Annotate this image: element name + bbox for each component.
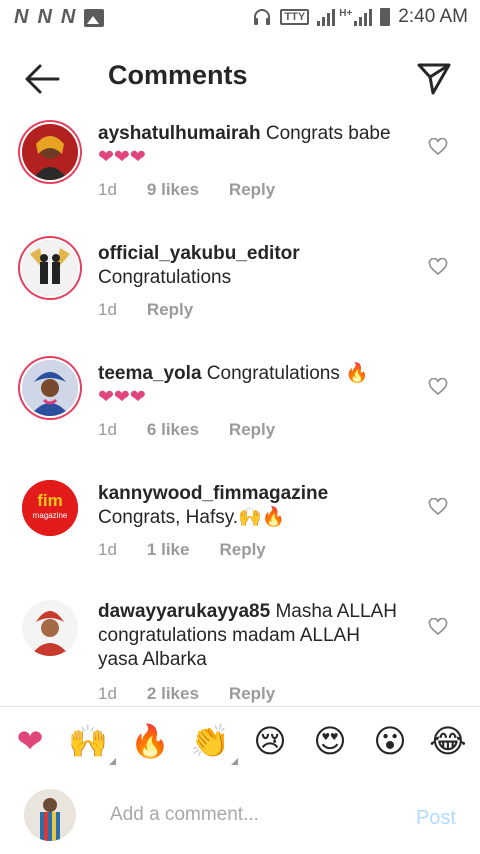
header: Comments xyxy=(0,44,480,114)
notification-n-icon: N xyxy=(37,6,51,28)
emoji-raised-hands-button[interactable]: 🙌 xyxy=(68,721,116,765)
emoji-surprised-button[interactable]: 😮 xyxy=(370,721,410,761)
clock: 2:40 AM xyxy=(398,6,468,27)
avatar[interactable] xyxy=(22,124,78,180)
comment-text: kannywood_fimmagazine Congrats, Hafsy.🙌🔥 xyxy=(98,482,398,530)
comment-time: 1d xyxy=(98,180,117,199)
avatar[interactable] xyxy=(22,240,78,296)
send-icon xyxy=(417,63,451,95)
comment-username[interactable]: teema_yola xyxy=(98,363,202,384)
like-comment-button[interactable] xyxy=(428,377,448,396)
status-right: TTY H+ 2:40 AM xyxy=(252,6,468,28)
comment-time: 1d xyxy=(98,684,117,703)
like-comment-button[interactable] xyxy=(428,257,448,276)
heart-outline-icon xyxy=(428,377,448,396)
heart-outline-icon xyxy=(428,137,448,156)
comment-time: 1d xyxy=(98,300,117,319)
emoji-bar: ❤ 🙌 🔥 👏 😢 😍 😮 😂 xyxy=(0,706,480,778)
comment-username[interactable]: official_yakubu_editor xyxy=(98,243,300,264)
comment-username[interactable]: kannywood_fimmagazine xyxy=(98,483,328,504)
comment-hearts: ❤❤❤ xyxy=(98,147,146,168)
fim-logo-subtext: magazine xyxy=(33,511,68,520)
signal-icon-2 xyxy=(354,8,373,26)
emoji-clap-button[interactable]: 👏 xyxy=(190,721,238,765)
notification-n-icon: N xyxy=(60,6,75,28)
emoji-heart-eyes-button[interactable]: 😍 xyxy=(310,721,350,761)
fim-logo-text: fim xyxy=(37,491,63,510)
comment-username[interactable]: ayshatulhumairah xyxy=(98,123,261,144)
comment-body: Congratulations xyxy=(98,267,232,288)
arrow-left-icon xyxy=(25,64,60,94)
send-button[interactable] xyxy=(416,60,452,96)
comment-text: dawayyarukayya85 Masha ALLAH congratulat… xyxy=(98,600,398,672)
comment-meta: 1d 6 likes Reply xyxy=(98,420,275,440)
signal-icon xyxy=(317,8,336,26)
comment-meta: 1d 9 likes Reply xyxy=(98,180,275,200)
comment-meta: 1d 1 like Reply xyxy=(98,540,266,560)
back-button[interactable] xyxy=(22,62,62,96)
comment-time: 1d xyxy=(98,540,117,559)
comment-text: teema_yola Congratulations 🔥 ❤❤❤ xyxy=(98,362,398,410)
image-notification-icon xyxy=(84,8,105,27)
comment-hearts: ❤❤❤ xyxy=(98,387,146,408)
add-comment-input[interactable] xyxy=(108,803,392,827)
like-comment-button[interactable] xyxy=(428,497,448,516)
comment-likes[interactable]: 6 likes xyxy=(147,420,199,440)
emoji-heart-button[interactable]: ❤ xyxy=(10,721,50,761)
reply-button[interactable]: Reply xyxy=(219,540,265,560)
avatar[interactable]: fim magazine xyxy=(22,480,78,536)
notification-n-icon: N xyxy=(14,6,28,28)
comment-likes[interactable]: 1 like xyxy=(147,540,190,560)
battery-icon xyxy=(380,8,391,26)
emoji-fire-button[interactable]: 🔥 xyxy=(130,721,170,761)
tty-icon: TTY xyxy=(280,9,310,25)
comment-body: Congratulations 🔥 xyxy=(201,363,369,384)
post-button[interactable]: Post xyxy=(416,807,456,830)
reply-button[interactable]: Reply xyxy=(147,300,193,320)
comment-text: ayshatulhumairah Congrats babe ❤❤❤ xyxy=(98,122,398,170)
notification-icons: N N N xyxy=(14,6,105,29)
comment-text: official_yakubu_editor Congratulations xyxy=(98,242,398,290)
comment-body: Congrats, Hafsy.🙌🔥 xyxy=(98,507,286,528)
heart-outline-icon xyxy=(428,617,448,636)
comment-likes[interactable]: 9 likes xyxy=(147,180,199,200)
comment-meta: 1d Reply xyxy=(98,300,193,320)
reply-button[interactable]: Reply xyxy=(229,420,275,440)
comment-likes[interactable]: 2 likes xyxy=(147,684,199,704)
comment-body: Congrats babe xyxy=(260,123,391,144)
comment-meta: 1d 2 likes Reply xyxy=(98,684,275,704)
avatar[interactable] xyxy=(22,360,78,416)
my-avatar[interactable] xyxy=(24,789,76,841)
like-comment-button[interactable] xyxy=(428,617,448,636)
avatar[interactable] xyxy=(22,600,78,656)
status-bar: N N N TTY H+ 2:40 AM xyxy=(0,0,480,36)
reply-button[interactable]: Reply xyxy=(229,180,275,200)
emoji-sad-button[interactable]: 😢 xyxy=(250,721,290,761)
comment-time: 1d xyxy=(98,420,117,439)
heart-outline-icon xyxy=(428,257,448,276)
emoji-laugh-button[interactable]: 😂 xyxy=(428,721,468,761)
compose-bar: Post xyxy=(0,777,480,854)
network-type-label: H+ xyxy=(339,7,353,19)
like-comment-button[interactable] xyxy=(428,137,448,156)
page-title: Comments xyxy=(108,60,248,90)
comment-username[interactable]: dawayyarukayya85 xyxy=(98,601,270,622)
reply-button[interactable]: Reply xyxy=(229,684,275,704)
headphones-icon xyxy=(254,9,271,25)
heart-outline-icon xyxy=(428,497,448,516)
